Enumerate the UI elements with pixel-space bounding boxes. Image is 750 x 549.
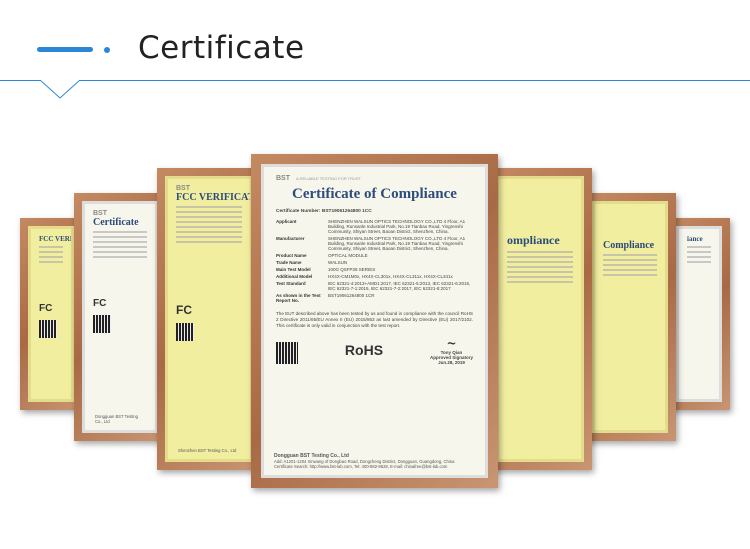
date: Jun.28, 2019 (438, 359, 465, 365)
signer-role: Approved Signatory (429, 354, 473, 360)
statement: The EUT described above has been tested … (276, 311, 473, 329)
field-label: As shown in the Test Report No. (276, 293, 321, 303)
certificate-frame: BST Certificate FC Dongguan BST Testing … (74, 193, 166, 441)
field-label: Main Test Model (276, 267, 311, 272)
field-row: Trade Name WALSUN (276, 260, 473, 265)
fcc-mark: FC (93, 298, 107, 309)
fcc-mark: FC (39, 303, 53, 314)
certificate-paper: Compliance (592, 201, 668, 433)
header-divider (0, 80, 750, 81)
fcc-mark: FC (176, 303, 192, 317)
header-accent-line (37, 47, 93, 52)
rohs-mark: RoHS (344, 342, 384, 359)
field-row: Test Standard IEC 62321-4:2013+AMD1:2017,… (276, 281, 473, 291)
field-row: As shown in the Test Report No. BST190612… (276, 293, 473, 303)
field-label: Applicant (276, 219, 297, 224)
certificate-title: Compliance (603, 240, 655, 251)
certificate-title: Certificate (93, 217, 139, 228)
field-value: BST19061264800 1CR (328, 293, 375, 298)
brand: BST (93, 210, 107, 217)
field-value: 100G QSFP28 SERIES (328, 267, 376, 272)
field-row: Product Name OPTICAL MODULE (276, 253, 473, 258)
certificate-title: ompliance (507, 233, 560, 247)
certificate-paper: BST Certificate FC Dongguan BST Testing … (82, 201, 158, 433)
certificate-number: Certificate Number: BST19061264800 1CC (276, 209, 372, 214)
certificate-frame: FCC VERIFICA FC (20, 218, 82, 410)
field-value: SHENZHEN WALSUN OPTICS TECHNOLOGY CO.,LT… (328, 236, 466, 251)
certificate-paper: BST FCC VERIFICATION FC Shenzhen BST Tes… (165, 176, 253, 462)
certificate-title: iance (687, 235, 703, 243)
field-label: Manufacturer (276, 236, 305, 241)
field-row: Main Test Model 100G QSFP28 SERIES (276, 267, 473, 272)
page-title: Certificate (138, 30, 305, 66)
tagline: A RELIABLE TESTING FOR TRUST (296, 176, 361, 181)
field-label: Trade Name (276, 260, 302, 265)
field-value: SHENZHEN WALSUN OPTICS TECHNOLOGY CO.,LT… (328, 219, 466, 234)
certificate-frame: ompliance (488, 168, 592, 470)
field-value: WALSUN (328, 260, 348, 265)
field-value: HX4X-CM1M0x, HX4X-CL301x, HX4X-CL311x, H… (328, 274, 453, 279)
certificate-frame: iance (668, 218, 730, 410)
header-accent-dot (104, 47, 110, 53)
certificate-footer: Dongguan BST Testing Co., Ltd Add: A1201… (274, 453, 455, 469)
field-value: IEC 62321-4:2013+AMD1:2017, IEC 62321-5:… (328, 281, 471, 291)
field-label: Additional Model (276, 274, 313, 279)
certificate-paper: FCC VERIFICA FC (28, 226, 74, 402)
certificate-frame: Compliance (584, 193, 676, 441)
qr-code (93, 315, 111, 333)
field-label: Product Name (276, 253, 307, 258)
qr-code (276, 342, 298, 365)
signature-block: ~ Tony Qian Approved Signatory Jun.28, 2… (430, 336, 473, 365)
field-value: OPTICAL MODULE (328, 253, 368, 258)
main-certificate-frame: BST A RELIABLE TESTING FOR TRUST Certifi… (251, 154, 498, 488)
main-certificate-paper: BST A RELIABLE TESTING FOR TRUST Certifi… (261, 164, 488, 478)
certificate-paper: iance (676, 226, 722, 402)
brand: BST (276, 175, 290, 182)
field-label: Test Standard (276, 281, 306, 286)
divider-notch (40, 80, 80, 99)
certificate-frame: BST FCC VERIFICATION FC Shenzhen BST Tes… (157, 168, 261, 470)
brand: BST (176, 185, 190, 192)
certificate-title: FCC VERIFICATION (176, 192, 253, 203)
certificate-paper: ompliance (496, 176, 584, 462)
company: Dongguan BST Testing Co., Ltd (95, 414, 138, 424)
certificate-title: Certificate of Compliance (292, 186, 457, 202)
signature: ~ (446, 335, 457, 350)
certificate-title: FCC VERIFICA (39, 235, 73, 243)
field-row: Additional Model HX4X-CM1M0x, HX4X-CL301x… (276, 274, 473, 279)
field-row: Applicant SHENZHEN WALSUN OPTICS TECHNOLO… (276, 219, 473, 234)
certificate-fields: Applicant SHENZHEN WALSUN OPTICS TECHNOLO… (276, 219, 473, 303)
company: Shenzhen BST Testing Co., Ltd (178, 448, 237, 453)
qr-code (176, 323, 194, 341)
field-row: Manufacturer SHENZHEN WALSUN OPTICS TECHN… (276, 236, 473, 251)
qr-code (39, 320, 57, 338)
